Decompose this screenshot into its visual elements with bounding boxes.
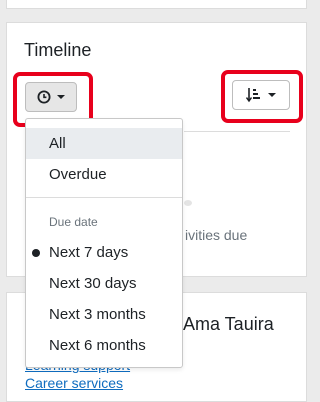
selected-dot-icon	[32, 249, 40, 257]
filter-dropdown-menu: All Overdue Due date Next 7 days Next 30…	[25, 118, 183, 368]
menu-item-label: Next 7 days	[49, 244, 129, 261]
empty-state-text: ivities due	[185, 227, 248, 243]
chevron-down-icon	[268, 93, 276, 97]
user-name: Ama Tauira	[183, 314, 274, 334]
menu-item-all[interactable]: All	[26, 128, 182, 159]
empty-state-illustration	[184, 200, 192, 206]
timeline-title: Timeline	[24, 40, 92, 60]
menu-section-header: Due date	[49, 215, 98, 229]
menu-item-overdue[interactable]: Overdue	[26, 159, 182, 190]
menu-item-next-6-months[interactable]: Next 6 months	[26, 330, 182, 361]
timeline-filter-button[interactable]	[25, 82, 77, 112]
timeline-divider	[184, 131, 290, 132]
timeline-sort-button[interactable]	[232, 80, 290, 110]
previous-card	[6, 0, 307, 9]
menu-item-next-30-days[interactable]: Next 30 days	[26, 268, 182, 299]
sort-amount-down-icon	[246, 88, 260, 103]
menu-divider	[26, 197, 182, 198]
menu-item-next-3-months[interactable]: Next 3 months	[26, 299, 182, 330]
career-services-link[interactable]: Career services	[25, 375, 123, 391]
chevron-down-icon	[57, 95, 65, 99]
clock-icon	[37, 90, 51, 104]
menu-item-next-7-days[interactable]: Next 7 days	[26, 237, 182, 268]
